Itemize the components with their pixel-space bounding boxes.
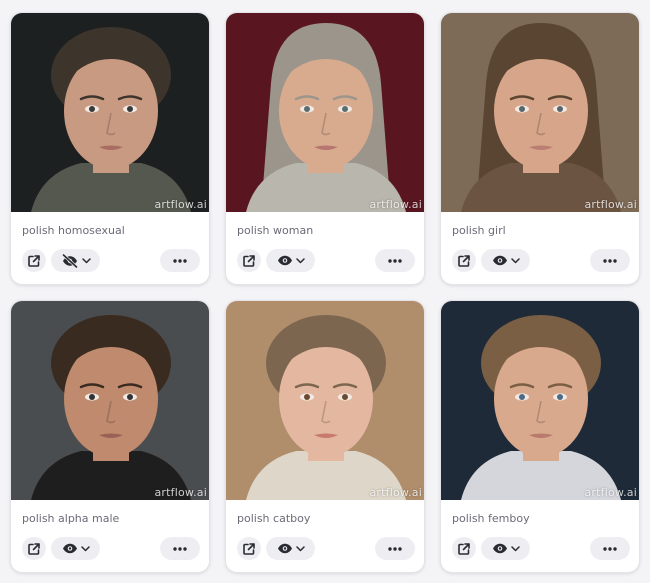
more-options-button[interactable] <box>590 249 630 272</box>
generated-image[interactable]: artflow.ai <box>226 13 424 212</box>
face <box>279 53 373 169</box>
face <box>279 341 373 457</box>
open-image-button[interactable] <box>452 537 476 560</box>
prompt-text: polish femboy <box>452 512 530 525</box>
watermark: artflow.ai <box>154 486 207 499</box>
portrait-image <box>441 13 639 212</box>
card-actions <box>441 537 639 561</box>
image-card: artflow.ai polish homosexual <box>10 12 210 285</box>
image-card: artflow.ai polish alpha male <box>10 300 210 573</box>
card-actions <box>11 249 209 273</box>
generated-image[interactable]: artflow.ai <box>11 301 209 500</box>
chevron-down-icon <box>295 545 305 551</box>
chevron-down-icon <box>510 257 520 263</box>
eye-slash-icon <box>61 253 79 268</box>
more-dots-icon <box>173 546 187 551</box>
watermark: artflow.ai <box>369 486 422 499</box>
open-image-button[interactable] <box>22 249 46 272</box>
generated-image[interactable]: artflow.ai <box>441 301 639 500</box>
more-options-button[interactable] <box>590 537 630 560</box>
visibility-dropdown[interactable] <box>51 249 100 272</box>
chevron-down-icon <box>80 545 90 551</box>
external-link-icon <box>243 542 255 555</box>
open-image-button[interactable] <box>237 537 261 560</box>
eye-icon <box>277 255 293 266</box>
more-dots-icon <box>603 258 617 263</box>
watermark: artflow.ai <box>584 198 637 211</box>
prompt-text: polish woman <box>237 224 314 237</box>
open-image-button[interactable] <box>452 249 476 272</box>
more-options-button[interactable] <box>375 249 415 272</box>
portrait-image <box>226 13 424 212</box>
more-dots-icon <box>603 546 617 551</box>
chevron-down-icon <box>510 545 520 551</box>
prompt-text: polish catboy <box>237 512 311 525</box>
portrait-image <box>441 301 639 500</box>
external-link-icon <box>28 542 40 555</box>
external-link-icon <box>458 542 470 555</box>
image-gallery-grid: artflow.ai polish homosexual artflow.ai … <box>0 0 650 583</box>
visibility-dropdown[interactable] <box>266 537 315 560</box>
external-link-icon <box>458 254 470 267</box>
image-card: artflow.ai polish catboy <box>225 300 425 573</box>
image-card: artflow.ai polish woman <box>225 12 425 285</box>
portrait-image <box>11 13 209 212</box>
image-card: artflow.ai polish girl <box>440 12 640 285</box>
eye-icon <box>492 255 508 266</box>
visibility-dropdown[interactable] <box>481 249 530 272</box>
external-link-icon <box>28 254 40 267</box>
eye-icon <box>277 543 293 554</box>
open-image-button[interactable] <box>237 249 261 272</box>
prompt-text: polish alpha male <box>22 512 120 525</box>
chevron-down-icon <box>295 257 305 263</box>
image-card: artflow.ai polish femboy <box>440 300 640 573</box>
external-link-icon <box>243 254 255 267</box>
portrait-image <box>11 301 209 500</box>
chevron-down-icon <box>81 257 91 263</box>
prompt-text: polish girl <box>452 224 506 237</box>
more-options-button[interactable] <box>160 249 200 272</box>
visibility-dropdown[interactable] <box>51 537 100 560</box>
visibility-dropdown[interactable] <box>266 249 315 272</box>
generated-image[interactable]: artflow.ai <box>226 301 424 500</box>
portrait-image <box>226 301 424 500</box>
face <box>64 341 158 457</box>
more-dots-icon <box>388 258 402 263</box>
eye-icon <box>62 543 78 554</box>
watermark: artflow.ai <box>584 486 637 499</box>
generated-image[interactable]: artflow.ai <box>11 13 209 212</box>
open-image-button[interactable] <box>22 537 46 560</box>
watermark: artflow.ai <box>369 198 422 211</box>
prompt-text: polish homosexual <box>22 224 125 237</box>
more-options-button[interactable] <box>375 537 415 560</box>
face <box>494 341 588 457</box>
more-options-button[interactable] <box>160 537 200 560</box>
eye-icon <box>492 543 508 554</box>
more-dots-icon <box>173 258 187 263</box>
card-actions <box>226 249 424 273</box>
more-dots-icon <box>388 546 402 551</box>
card-actions <box>226 537 424 561</box>
card-actions <box>11 537 209 561</box>
generated-image[interactable]: artflow.ai <box>441 13 639 212</box>
face <box>494 53 588 169</box>
face <box>64 53 158 169</box>
watermark: artflow.ai <box>154 198 207 211</box>
card-actions <box>441 249 639 273</box>
visibility-dropdown[interactable] <box>481 537 530 560</box>
